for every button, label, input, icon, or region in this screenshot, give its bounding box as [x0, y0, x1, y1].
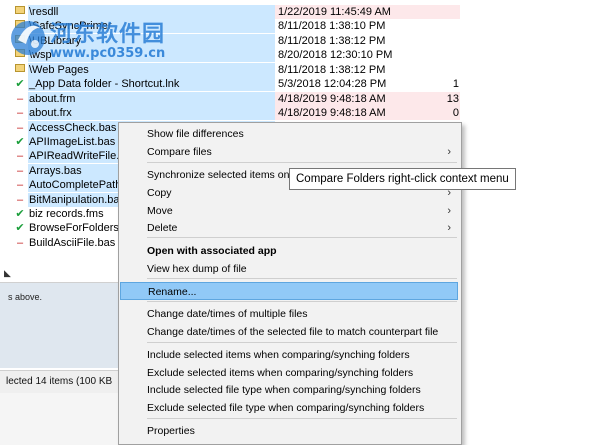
pane-corner-glyph: ◣	[4, 268, 11, 278]
menu-item-view-hex-dump-of-file[interactable]: View hex dump of file	[119, 260, 461, 278]
menu-item-label: Include selected file type when comparin…	[147, 384, 421, 396]
folder-icon	[14, 5, 26, 19]
file-row[interactable]: ✔ _App Data folder - Shortcut.lnk 5/3/2018…	[0, 77, 589, 91]
folder-icon	[14, 19, 26, 33]
file-row[interactable]: \SafeSyncPrimer 8/11/2018 1:38:10 PM	[0, 19, 589, 33]
diff-dash-icon: –	[16, 122, 24, 134]
file-date: 8/11/2018 1:38:12 PM	[278, 35, 386, 47]
menu-separator	[147, 278, 457, 279]
file-name: \UBLibrary	[29, 35, 81, 47]
menu-item-label: Compare files	[147, 146, 212, 158]
file-row[interactable]: \UBLibrary 8/11/2018 1:38:12 PM	[0, 34, 589, 48]
status-text: lected 14 items (100 KB	[6, 376, 113, 387]
file-name: about.frx	[29, 107, 72, 119]
file-name: \wsp	[29, 49, 52, 61]
file-date: 4/18/2019 9:48:18 AM	[278, 107, 386, 119]
file-name: biz records.fms	[29, 208, 104, 220]
menu-item-label: Change date/times of multiple files	[147, 308, 308, 320]
caption-tooltip: Compare Folders right-click context menu	[289, 168, 516, 190]
menu-item-label: Change date/times of the selected file t…	[147, 326, 439, 338]
menu-item-label: Show file differences	[147, 128, 244, 140]
menu-item-properties[interactable]: Properties	[119, 422, 461, 440]
selection-highlight	[28, 48, 275, 62]
menu-item-label: Copy	[147, 187, 172, 199]
submenu-chevron-icon: ›	[447, 222, 451, 234]
file-date: 1/22/2019 11:45:49 AM	[278, 6, 391, 18]
info-text: s above.	[8, 292, 43, 302]
menu-item-rename[interactable]: Rename...	[120, 282, 458, 300]
menu-item-delete[interactable]: Delete ›	[119, 219, 461, 237]
menu-item-change-date-times-of-the-selected-file-to-match-counterpart-file[interactable]: Change date/times of the selected file t…	[119, 323, 461, 341]
menu-item-include-selected-file-type-when-comparing-synching-folders[interactable]: Include selected file type when comparin…	[119, 381, 461, 399]
menu-separator	[147, 162, 457, 163]
menu-item-label: Properties	[147, 425, 195, 437]
menu-separator	[147, 301, 457, 302]
menu-item-move[interactable]: Move ›	[119, 202, 461, 220]
menu-separator	[147, 342, 457, 343]
diff-dash-icon: –	[16, 107, 24, 119]
menu-item-label: Rename...	[148, 286, 197, 298]
menu-item-open-with-associated-app[interactable]: Open with associated app	[119, 242, 461, 260]
menu-item-label: View hex dump of file	[147, 263, 247, 275]
menu-item-exclude-selected-file-type-when-comparing-synching-folders[interactable]: Exclude selected file type when comparin…	[119, 399, 461, 417]
file-row[interactable]: – about.frx 4/18/2019 9:48:18 AM 0	[0, 106, 589, 120]
file-name: \resdll	[29, 6, 59, 18]
file-row[interactable]: – about.frm 4/18/2019 9:48:18 AM 13	[0, 92, 589, 106]
menu-item-label: Delete	[147, 222, 178, 234]
menu-item-label: Open with associated app	[147, 245, 277, 257]
file-name: \SafeSyncPrimer	[29, 20, 112, 32]
menu-item-exclude-selected-items-when-comparing-synching-folders[interactable]: Exclude selected items when comparing/sy…	[119, 364, 461, 382]
match-check-icon: ✔	[15, 208, 25, 220]
file-name: \Web Pages	[29, 64, 89, 76]
menu-item-label: Exclude selected items when comparing/sy…	[147, 367, 414, 379]
menu-separator	[147, 237, 457, 238]
diff-dash-icon: –	[16, 194, 24, 206]
diff-dash-icon: –	[16, 237, 24, 249]
file-count: 13	[446, 93, 459, 105]
file-row[interactable]: \wsp 8/20/2018 12:30:10 PM	[0, 48, 589, 62]
diff-dash-icon: –	[16, 179, 24, 191]
match-check-icon: ✔	[15, 136, 25, 148]
match-check-icon: ✔	[15, 78, 25, 90]
menu-item-compare-files[interactable]: Compare files ›	[119, 143, 461, 161]
menu-separator	[147, 418, 457, 419]
menu-item-label: Exclude selected file type when comparin…	[147, 402, 425, 414]
file-name: about.frm	[29, 93, 76, 105]
file-date: 8/20/2018 12:30:10 PM	[278, 49, 393, 61]
submenu-chevron-icon: ›	[447, 205, 451, 217]
match-check-icon: ✔	[15, 222, 25, 234]
file-name: APIImageList.bas	[29, 136, 116, 148]
file-count: 1	[452, 78, 459, 90]
file-date: 5/3/2018 12:04:28 PM	[278, 78, 387, 90]
diff-dash-icon: –	[16, 93, 24, 105]
file-name: BuildAsciiFile.bas	[29, 237, 116, 249]
selection-highlight	[28, 5, 275, 19]
diff-dash-icon: –	[16, 150, 24, 162]
folder-icon	[14, 34, 26, 48]
menu-item-change-date-times-of-multiple-files[interactable]: Change date/times of multiple files	[119, 305, 461, 323]
submenu-chevron-icon: ›	[447, 146, 451, 158]
file-name: BitManipulation.bas	[29, 194, 126, 206]
file-row[interactable]: \resdll 1/22/2019 11:45:49 AM	[0, 5, 589, 19]
file-name: Arrays.bas	[29, 165, 82, 177]
menu-item-label: Include selected items when comparing/sy…	[147, 349, 410, 361]
menu-item-show-file-differences[interactable]: Show file differences	[119, 125, 461, 143]
lower-blank-area	[0, 393, 120, 445]
file-name: _App Data folder - Shortcut.lnk	[29, 78, 180, 90]
folder-icon	[14, 63, 26, 77]
diff-dash-icon: –	[16, 165, 24, 177]
folder-icon	[14, 48, 26, 62]
menu-item-label: Synchronize selected items only	[147, 169, 297, 181]
menu-item-label: Move	[147, 205, 173, 217]
file-name: AccessCheck.bas	[29, 122, 117, 134]
file-row[interactable]: \Web Pages 8/11/2018 1:38:12 PM	[0, 63, 589, 77]
menu-item-include-selected-items-when-comparing-synching-folders[interactable]: Include selected items when comparing/sy…	[119, 346, 461, 364]
file-date: 4/18/2019 9:48:18 AM	[278, 93, 386, 105]
file-date: 8/11/2018 1:38:12 PM	[278, 64, 386, 76]
file-date: 8/11/2018 1:38:10 PM	[278, 20, 386, 32]
file-count: 0	[452, 107, 459, 119]
